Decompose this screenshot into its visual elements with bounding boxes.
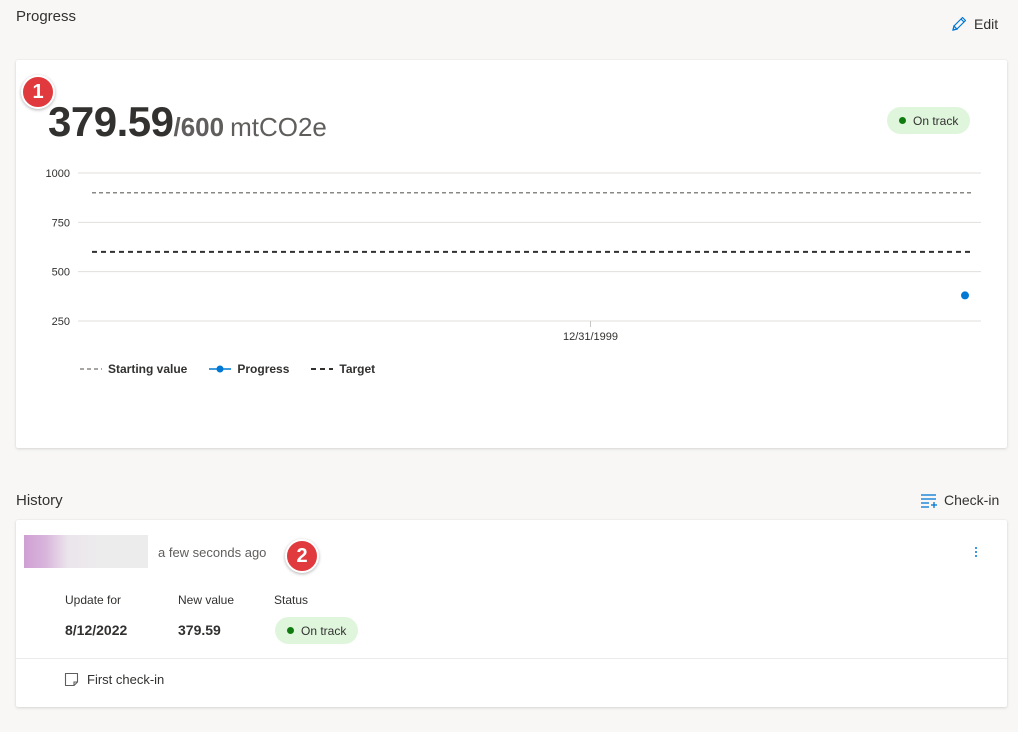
new-value: 379.59 [178, 622, 221, 638]
legend-item-progress[interactable]: Progress [209, 362, 289, 376]
edit-button[interactable]: Edit [950, 15, 998, 33]
history-divider [16, 658, 1007, 659]
legend-item-starting-value[interactable]: Starting value [80, 362, 187, 376]
history-entry-header: a few seconds ago [16, 520, 1007, 584]
update-for-value: 8/12/2022 [65, 622, 128, 638]
checkin-list-icon [921, 494, 937, 508]
status-label: Status [274, 593, 309, 607]
entry-timestamp: a few seconds ago [158, 545, 267, 560]
entry-status-badge: On track [275, 617, 359, 644]
callout-marker-1: 1 [21, 75, 55, 109]
legend-starting-value-label: Starting value [108, 362, 188, 376]
callout-marker-2: 2 [285, 539, 319, 573]
legend-target-swatch [311, 368, 334, 370]
y-tick-label: 500 [52, 267, 70, 279]
update-for-label: Update for [65, 593, 122, 607]
progress-section-title: Progress [16, 8, 77, 25]
legend-target-label: Target [339, 362, 376, 376]
legend-starting-value-swatch [80, 368, 102, 370]
first-checkin-label: First check-in [87, 672, 165, 687]
legend-progress-swatch [209, 365, 232, 373]
progress-chart: 1000 750 500 250 12/31/1999 [46, 168, 981, 343]
x-tick-label: 12/31/1999 [563, 331, 618, 343]
avatar [24, 535, 148, 568]
legend-progress-label: Progress [237, 362, 290, 376]
legend-item-target[interactable]: Target [311, 362, 375, 376]
y-tick-label: 750 [52, 217, 70, 229]
checkin-button[interactable]: Check-in [920, 491, 999, 509]
note-icon [64, 672, 79, 687]
checkin-label: Check-in [944, 492, 1000, 508]
edit-pencil-icon [952, 16, 967, 31]
progress-data-point[interactable] [961, 291, 969, 300]
more-options-icon[interactable] [971, 542, 981, 562]
first-checkin-note: First check-in [64, 672, 164, 687]
y-tick-label: 1000 [46, 168, 70, 180]
y-tick-label: 250 [52, 316, 70, 328]
new-value-label: New value [178, 593, 235, 607]
chart-legend: Starting value Progress Target [80, 362, 375, 376]
edit-label: Edit [974, 16, 999, 32]
progress-card: 379.59 / 600 mtCO2e On track 1000 750 500 2… [16, 60, 1007, 448]
entry-status-label: On track [301, 623, 347, 638]
history-section-title: History [16, 492, 63, 509]
history-card: a few seconds ago Update for 8/12/2022 N… [16, 520, 1007, 707]
entry-status-dot-icon [287, 627, 294, 634]
